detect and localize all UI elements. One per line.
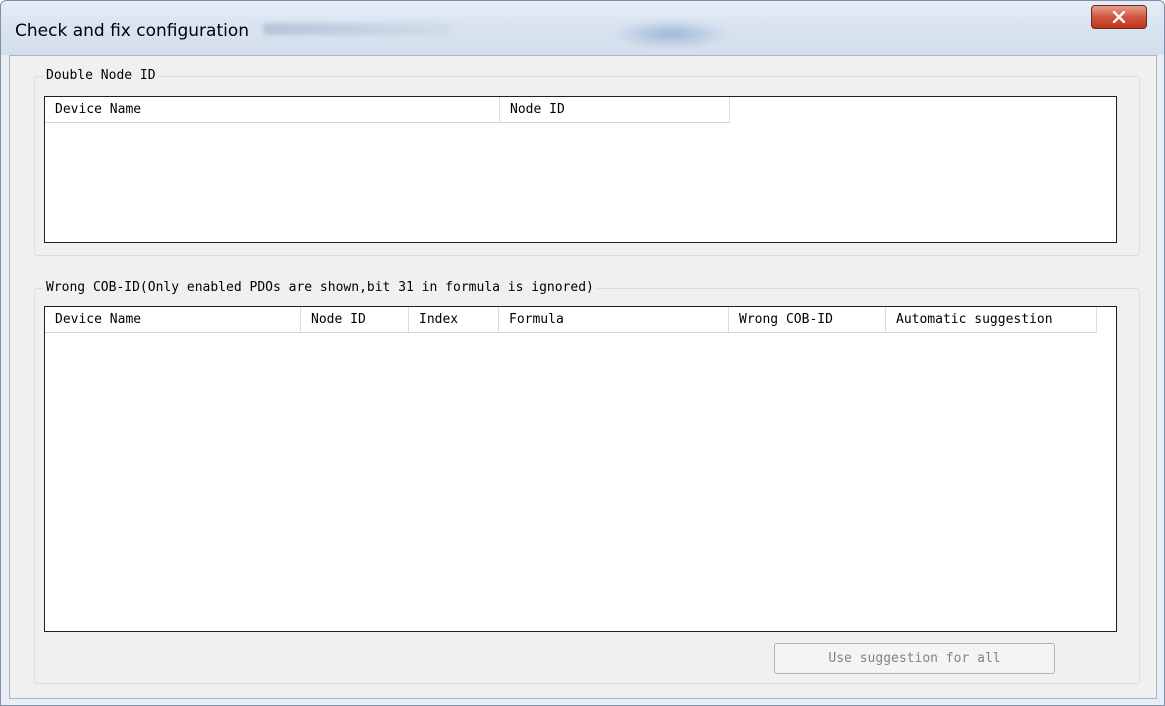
wrong-cob-id-rows[interactable] (45, 334, 1116, 631)
background-logo-blur (611, 19, 731, 49)
column-wrong-cob-id[interactable]: Wrong COB-ID (729, 307, 886, 333)
double-node-id-header: Device Name Node ID (45, 97, 730, 123)
column-index[interactable]: Index (409, 307, 499, 333)
title-bar[interactable]: Check and fix configuration (1, 1, 1164, 55)
wrong-cob-id-label: Wrong COB-ID(Only enabled PDOs are shown… (43, 280, 597, 296)
double-node-id-list[interactable]: Device Name Node ID (44, 96, 1117, 243)
window-title: Check and fix configuration (15, 21, 250, 41)
double-node-id-label: Double Node ID (43, 68, 159, 84)
column-automatic-suggestion[interactable]: Automatic suggestion (886, 307, 1097, 333)
column-device-name[interactable]: Device Name (45, 97, 500, 123)
column-node-id[interactable]: Node ID (500, 97, 730, 123)
column-formula[interactable]: Formula (499, 307, 729, 333)
close-icon (1112, 11, 1126, 23)
wrong-cob-id-header: Device Name Node ID Index Formula Wrong … (45, 307, 1097, 333)
column-node-id[interactable]: Node ID (301, 307, 409, 333)
wrong-cob-id-list[interactable]: Device Name Node ID Index Formula Wrong … (44, 306, 1117, 632)
column-device-name[interactable]: Device Name (45, 307, 301, 333)
use-suggestion-for-all-button[interactable]: Use suggestion for all (774, 643, 1055, 674)
background-blur (263, 23, 453, 35)
dialog-window: Check and fix configuration Double Node … (0, 0, 1165, 706)
dialog-client-area: Double Node ID Device Name Node ID Wrong… (9, 55, 1157, 699)
double-node-id-rows[interactable] (45, 124, 1116, 242)
close-button[interactable] (1091, 5, 1147, 29)
